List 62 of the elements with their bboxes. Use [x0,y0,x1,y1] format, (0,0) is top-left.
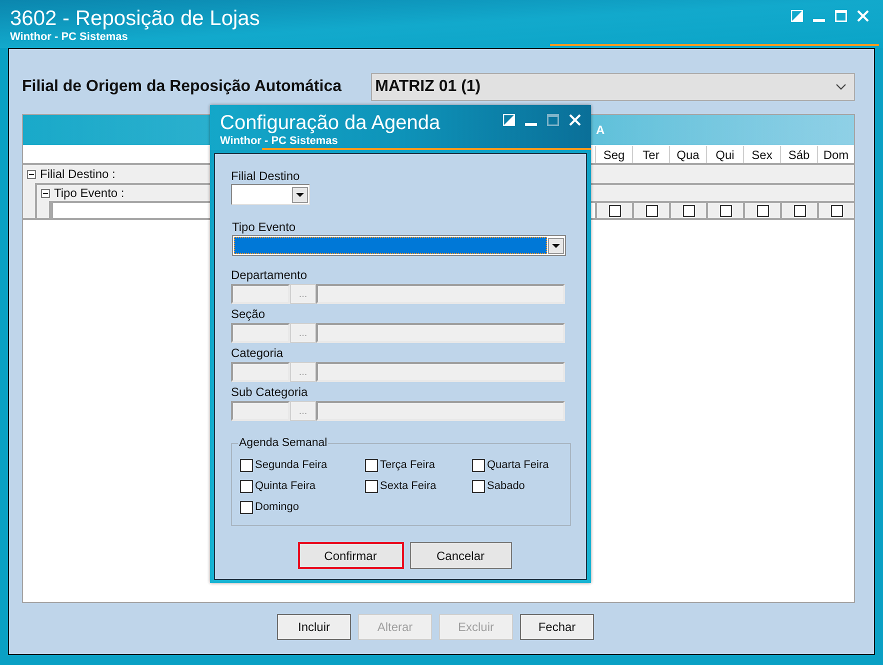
description-field[interactable] [316,284,565,304]
checkbox[interactable] [365,459,378,472]
checkbox-label: Sexta Feira [380,479,436,494]
checkbox[interactable] [794,204,806,216]
minimize-icon[interactable] [525,122,537,126]
checkbox-label: Sabado [487,479,525,494]
group-label: Tipo Evento : [54,185,124,202]
dialog-button[interactable]: Confirmar [298,542,404,569]
checkbox[interactable] [756,204,768,216]
field-label: Departamento [231,268,308,282]
field-label: Sub Categoria [231,385,309,399]
dialog-button[interactable]: Cancelar [410,542,512,569]
column-header: Qua [669,146,706,163]
checkbox-label: Quinta Feira [255,479,316,494]
window-subtitle: Winthor - PC Sistemas [10,31,129,44]
close-icon[interactable] [857,10,869,22]
collapse-icon[interactable] [41,188,50,198]
column-header: Ter [632,146,669,163]
checkbox[interactable] [608,204,620,216]
column-header: Sex [743,146,780,163]
column-header: Qui [706,146,743,163]
description-field[interactable] [316,362,565,382]
checkbox-label: Terça Feira [380,458,436,474]
event-type-select[interactable] [232,235,566,256]
dialog-title: Configuração da Agenda [220,111,440,135]
collapse-icon[interactable] [27,170,36,178]
chevron-down-icon [836,84,846,90]
group-label: Filial Destino : [40,166,116,183]
grid-title: A [596,122,605,139]
checkbox[interactable] [240,501,253,514]
column-header: Seg [595,146,632,163]
column-header: Dom [817,146,854,163]
field-label: Seção [231,307,266,321]
checkbox-label: Quarta Feira [487,458,549,474]
checkbox[interactable] [472,480,485,493]
restore-icon[interactable] [503,114,515,126]
action-button[interactable]: Incluir [277,614,351,640]
checkbox[interactable] [365,480,378,493]
action-button[interactable]: Fechar [520,614,594,640]
restore-icon[interactable] [791,10,803,22]
checkbox-label: Domingo [255,500,300,516]
field-label: Filial Destino [231,169,301,183]
description-field[interactable] [316,323,565,343]
checkbox[interactable] [682,204,694,216]
origin-label: Filial de Origem da Reposição Automática [22,77,343,97]
description-field[interactable] [316,401,565,421]
dialog-subtitle: Winthor - PC Sistemas [220,135,339,148]
column-header: Sáb [780,146,817,163]
checkbox[interactable] [830,204,842,216]
minimize-icon[interactable] [813,18,825,22]
checkbox[interactable] [646,204,658,216]
checkbox[interactable] [472,459,485,472]
checkbox[interactable] [720,204,732,216]
field-label: Tipo Evento [232,220,297,234]
field-label: Categoria [231,346,284,360]
checkbox[interactable] [240,459,253,472]
close-icon[interactable] [569,114,581,126]
checkbox-label: Segunda Feira [255,458,328,474]
group-title: Agenda Semanal [238,436,328,450]
origin-select[interactable]: MATRIZ 01 (1) [371,73,855,101]
window-title: 3602 - Reposição de Lojas [10,7,260,31]
checkbox[interactable] [240,480,253,493]
